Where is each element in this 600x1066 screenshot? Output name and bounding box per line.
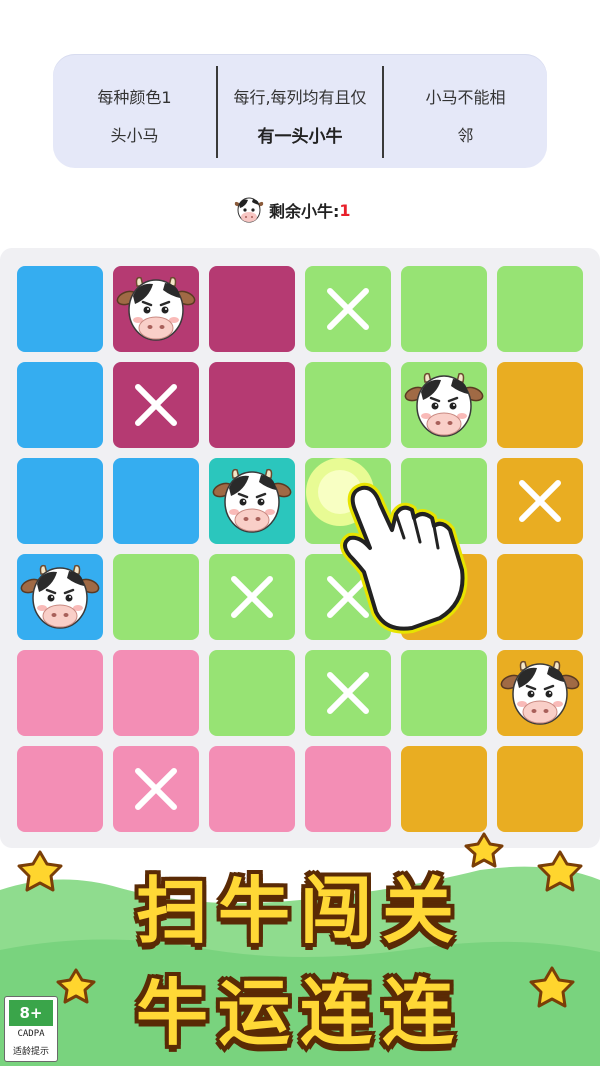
board-cell[interactable] [113,266,199,352]
age-rating: 8+ [9,1000,53,1026]
board-cell[interactable] [305,458,391,544]
board-cell[interactable] [113,746,199,832]
board-cell[interactable] [113,362,199,448]
x-mark-icon [327,576,369,618]
board-cell[interactable] [401,746,487,832]
board-cell[interactable] [17,362,103,448]
board-cell[interactable] [209,746,295,832]
board-cell[interactable] [305,266,391,352]
board-cell[interactable] [401,650,487,736]
cow-face-icon [212,468,292,533]
board-cell[interactable] [305,362,391,448]
board-cell[interactable] [209,362,295,448]
cow-face-icon [404,372,484,437]
x-mark-icon [231,576,273,618]
cow-face-icon [234,197,264,223]
banner-title-line2: 牛运连连 [135,971,464,1055]
age-rating-badge: 8+ CADPA 适龄提示 [4,996,58,1062]
rule-one-per-color: 每种颜色1 头小马 [53,54,216,168]
board-cell[interactable] [497,266,583,352]
board-cell[interactable] [113,650,199,736]
age-rating-org: CADPA [17,1029,45,1039]
board-cell[interactable] [17,746,103,832]
age-rating-note: 适龄提示 [12,1047,49,1057]
board-cell[interactable] [113,554,199,640]
board-cell[interactable] [209,554,295,640]
rule-no-adjacent: 小马不能相 邻 [384,54,547,168]
board-cell[interactable] [305,650,391,736]
board-cell[interactable] [113,458,199,544]
remaining-label: 剩余小牛: [269,202,340,221]
board-cell[interactable] [305,554,391,640]
game-board [0,248,600,848]
board-cell[interactable] [209,650,295,736]
board-cell[interactable] [401,362,487,448]
remaining-counter: 剩余小牛: 1 [233,194,351,226]
board-cell[interactable] [17,650,103,736]
board-cell[interactable] [17,554,103,640]
board-cell[interactable] [17,266,103,352]
board-cell[interactable] [305,746,391,832]
board-cell[interactable] [497,746,583,832]
board-cell[interactable] [209,458,295,544]
x-mark-icon [135,384,177,426]
board-cell[interactable] [497,554,583,640]
rule-text: 邻 [457,126,474,145]
banner-title-line1: 扫牛闯关 [135,869,464,953]
rule-text: 小马不能相 [425,88,506,107]
rule-text: 每种颜色1 [97,88,172,107]
rules-panel: 每种颜色1 头小马 每行,每列均有且仅 有一头小牛 小马不能相 邻 [53,54,547,168]
cow-face-icon [500,660,580,725]
promo-banner: 扫牛闯关 牛运连连 [0,830,600,1066]
cow-face-icon [20,564,100,629]
x-mark-icon [135,768,177,810]
rule-text: 有一头小牛 [257,127,343,147]
x-mark-icon [327,672,369,714]
x-mark-icon [327,288,369,330]
x-mark-icon [519,480,561,522]
rule-text: 每行,每列均有且仅 [233,88,367,107]
board-cell[interactable] [401,266,487,352]
board-cell[interactable] [497,362,583,448]
cow-face-icon [116,276,196,341]
board-cell[interactable] [17,458,103,544]
board-cell[interactable] [497,458,583,544]
board-cell[interactable] [401,554,487,640]
rule-text: 头小马 [110,126,159,145]
remaining-count: 1 [339,200,351,220]
board-cell[interactable] [401,458,487,544]
board-cell[interactable] [209,266,295,352]
rule-one-per-row-col: 每行,每列均有且仅 有一头小牛 [218,54,382,168]
board-cell[interactable] [497,650,583,736]
